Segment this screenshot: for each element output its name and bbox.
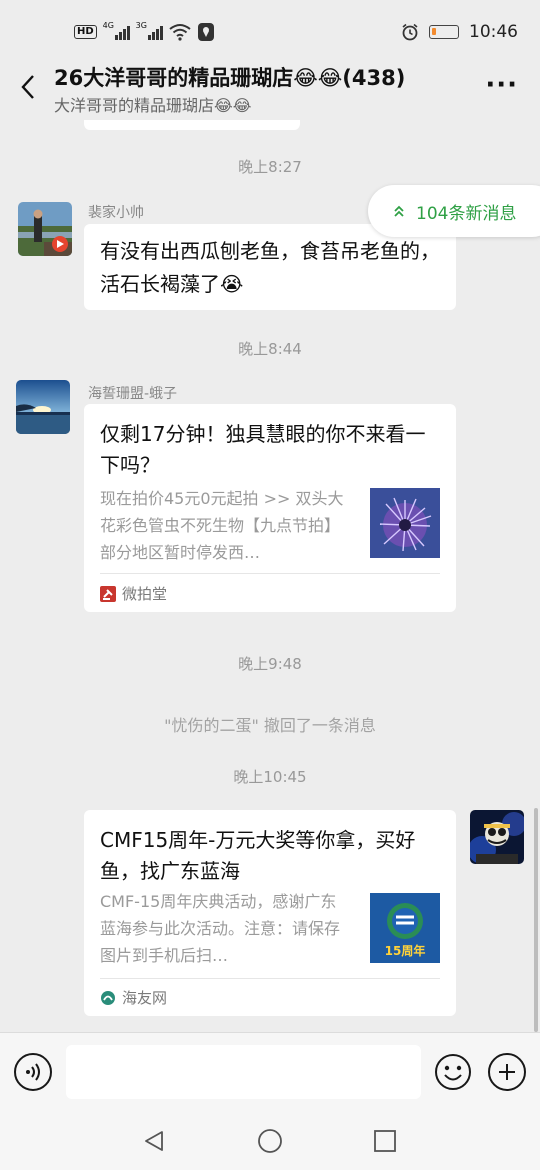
emoji-icon [435,1054,471,1090]
message-bubble-partial[interactable] [84,120,300,130]
scrollbar[interactable] [534,808,538,1032]
timestamp: 晚上9:48 [238,655,302,673]
wifi-icon [169,24,191,41]
back-button[interactable] [14,70,42,104]
avatar-self[interactable] [470,810,524,864]
new-messages-label: 104条新消息 [416,203,517,224]
recall-notice: "忧伤的二蛋" 撤回了一条消息 [164,716,376,735]
signal-icon: 4G [103,21,130,40]
nav-back-button[interactable] [139,1126,169,1156]
timestamp: 晚上8:27 [238,158,302,176]
plus-button[interactable] [488,1053,526,1091]
thumb-label: 15周年 [385,943,426,958]
alarm-icon [402,23,418,41]
clock: 10:46 [469,22,518,42]
link-card[interactable]: 仅剩17分钟！独具慧眼的你不来看一下吗？ 现在拍价45元0元起拍 >> 双头大花… [84,404,456,612]
status-bar: HD 4G 3G 10:46 [0,0,540,62]
chat-subtitle: 大洋哥哥的精品珊瑚店😂😂 [54,96,252,115]
nav-back-icon [145,1131,163,1151]
message-input[interactable] [66,1045,421,1099]
weipaitang-icon [100,585,116,602]
chevron-left-icon [21,75,34,99]
sender-name: 裴家小帅 [88,205,144,221]
timestamp: 晚上10:45 [233,768,307,786]
card-source: 海友网 [100,987,167,1008]
card-description: 现在拍价45元0元起拍 >> 双头大花彩色管虫不死生物【九点节拍】部分地区暂时停… [100,489,344,562]
chat-area[interactable]: 晚上8:27 裴家小帅 有没有出西瓜刨老鱼，食苔吊老鱼的，活石长褐藻了😭 晚上8… [0,120,540,1032]
location-icon [197,23,214,41]
divider [100,978,440,979]
chat-title: 26大洋哥哥的精品珊瑚店😂😂(438) [54,66,406,90]
card-description: CMF-15周年庆典活动，感谢广东蓝海参与此次活动。注意：请保存图片到手机后扫… [100,892,341,965]
navigation-bar [0,1112,540,1170]
card-title: 仅剩17分钟！独具慧眼的你不来看一下吗？ [100,422,426,477]
nav-home-button[interactable] [255,1126,285,1156]
hd-icon: HD [74,25,97,39]
double-chevron-up-icon [394,205,404,217]
message-text: 有没有出西瓜刨老鱼，食苔吊老鱼的，活石长褐藻了😭 [100,239,440,296]
link-card[interactable]: CMF15周年-万元大奖等你拿，买好鱼，找广东蓝海 CMF-15周年庆典活动，感… [84,810,456,1016]
card-source: 微拍堂 [100,583,167,604]
input-bar [0,1032,540,1112]
card-title: CMF15周年-万元大奖等你拿，买好鱼，找广东蓝海 [100,828,416,883]
sender-name: 海誓珊盟-蛾子 [88,386,178,402]
plus-icon [499,1064,515,1080]
status-right: 10:46 [401,22,518,42]
emoji-button[interactable] [434,1053,472,1091]
haiyouwang-icon [101,990,115,1005]
divider [100,573,440,574]
nav-home-icon [258,1129,282,1153]
battery-icon [429,25,459,39]
voice-icon [26,1063,40,1081]
new-messages-button[interactable]: 104条新消息 [368,185,540,237]
card-thumbnail [370,488,440,558]
voice-button[interactable] [14,1053,52,1091]
nav-recents-icon [374,1130,396,1152]
timestamp: 晚上8:44 [238,340,302,358]
avatar[interactable] [18,202,72,256]
nav-recents-button[interactable] [370,1126,400,1156]
source-name: 微拍堂 [122,585,168,603]
more-button[interactable]: ··· [485,70,518,100]
signal-icon: 3G [136,21,163,40]
status-left: HD 4G 3G [74,21,215,42]
source-name: 海友网 [122,989,168,1007]
chat-header: 26大洋哥哥的精品珊瑚店😂😂(438) 大洋哥哥的精品珊瑚店😂😂 ··· [0,62,540,120]
avatar[interactable] [16,380,70,434]
card-thumbnail: 15周年 [370,893,440,963]
